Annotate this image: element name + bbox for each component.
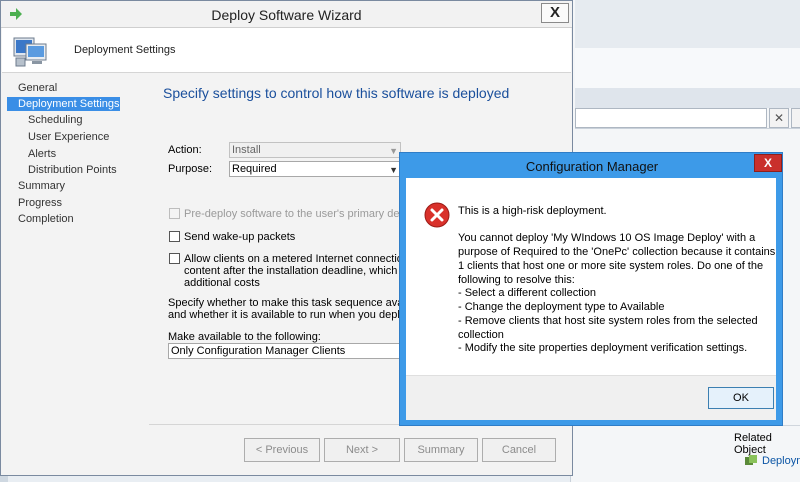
previous-button[interactable]: < Previous bbox=[244, 438, 320, 462]
cancel-button[interactable]: Cancel bbox=[482, 438, 556, 462]
metered-label-line2: content after the installation deadline,… bbox=[184, 265, 428, 277]
message-line: - Modify the site properties deployment … bbox=[458, 342, 748, 354]
predeploy-label: Pre-deploy software to the user's primar… bbox=[184, 208, 420, 220]
computer-icon bbox=[13, 37, 47, 67]
nav-item-general[interactable]: General bbox=[18, 82, 57, 94]
chevron-down-icon: ▼ bbox=[389, 146, 398, 156]
wizard-close-button[interactable]: X bbox=[541, 3, 569, 23]
metered-checkbox[interactable] bbox=[169, 253, 180, 264]
make-available-label: Make available to the following: bbox=[168, 331, 321, 343]
message-line: You cannot deploy 'My WIndows 10 OS Imag… bbox=[458, 232, 756, 244]
nav-item-completion[interactable]: Completion bbox=[18, 213, 74, 225]
wakeup-checkbox[interactable] bbox=[169, 231, 180, 242]
chevron-down-icon: ▼ bbox=[389, 165, 398, 175]
purpose-select[interactable]: Required ▼ bbox=[229, 161, 401, 177]
message-line: 1 clients that host one or more site sys… bbox=[458, 260, 764, 272]
make-available-select[interactable]: Only Configuration Manager Clients bbox=[168, 343, 401, 359]
dialog-footer: OK bbox=[406, 375, 776, 420]
message-line: purpose of Required to the 'OnePc' colle… bbox=[458, 246, 776, 258]
availability-description-line2: and whether it is available to run when … bbox=[168, 309, 427, 321]
nav-item-progress[interactable]: Progress bbox=[18, 197, 62, 209]
availability-description-line1: Specify whether to make this task sequen… bbox=[168, 297, 430, 309]
action-select[interactable]: Install ▼ bbox=[229, 142, 401, 158]
next-button[interactable]: Next > bbox=[324, 438, 400, 462]
background-panel bbox=[575, 48, 800, 88]
metered-label-line3: additional costs bbox=[184, 277, 260, 289]
message-line: - Remove clients that host site system r… bbox=[458, 315, 758, 327]
message-line: This is a high-risk deployment. bbox=[458, 205, 607, 217]
nav-item-summary[interactable]: Summary bbox=[18, 180, 65, 192]
nav-item-distribution-points[interactable]: Distribution Points bbox=[28, 164, 117, 176]
background-clear-search-button[interactable]: ✕ bbox=[769, 108, 789, 128]
purpose-select-value: Required bbox=[232, 163, 277, 175]
related-objects-label: Related Object bbox=[734, 432, 772, 456]
message-line: following to resolve this: bbox=[458, 274, 575, 286]
background-ribbon bbox=[575, 0, 800, 49]
dialog-close-button[interactable]: X bbox=[754, 154, 782, 172]
wizard-header-title: Deployment Settings bbox=[74, 44, 176, 56]
wizard-nav: General Deployment Settings Scheduling U… bbox=[7, 73, 149, 473]
error-icon bbox=[424, 202, 450, 228]
purpose-label: Purpose: bbox=[168, 163, 213, 175]
message-line: - Select a different collection bbox=[458, 287, 596, 299]
action-label: Action: bbox=[168, 144, 202, 156]
related-object-link[interactable]: Deploym bbox=[744, 454, 800, 468]
wizard-header: Deployment Settings bbox=[2, 28, 571, 73]
deployment-icon bbox=[745, 455, 757, 465]
dialog-title: Configuration Manager bbox=[525, 159, 659, 174]
background-search-input[interactable] bbox=[575, 108, 767, 128]
nav-item-deployment-settings[interactable]: Deployment Settings bbox=[7, 97, 120, 111]
nav-item-alerts[interactable]: Alerts bbox=[28, 148, 56, 160]
dialog-body: This is a high-risk deployment. You cann… bbox=[406, 178, 776, 375]
ok-button[interactable]: OK bbox=[708, 387, 774, 409]
action-select-value: Install bbox=[232, 144, 261, 156]
related-object-text: Deploym bbox=[762, 455, 800, 467]
make-available-value: Only Configuration Manager Clients bbox=[171, 345, 346, 357]
page-title: Specify settings to control how this sof… bbox=[163, 85, 510, 101]
nav-item-user-experience[interactable]: User Experience bbox=[28, 131, 109, 143]
background-band bbox=[575, 88, 800, 108]
message-line: collection bbox=[458, 329, 504, 341]
summary-button[interactable]: Summary bbox=[404, 438, 478, 462]
wizard-title: Deploy Software Wizard bbox=[211, 7, 362, 23]
background-divider bbox=[575, 128, 800, 129]
wakeup-label: Send wake-up packets bbox=[184, 231, 296, 243]
nav-item-scheduling[interactable]: Scheduling bbox=[28, 114, 82, 126]
configuration-manager-dialog: Configuration Manager X This is a high-r… bbox=[399, 152, 783, 426]
predeploy-checkbox[interactable] bbox=[169, 208, 180, 219]
wizard-title-bar[interactable]: Deploy Software Wizard X bbox=[1, 1, 572, 28]
background-search-button[interactable] bbox=[791, 108, 800, 128]
metered-label-line1: Allow clients on a metered Internet conn… bbox=[184, 253, 431, 265]
message-line: - Change the deployment type to Availabl… bbox=[458, 301, 665, 313]
